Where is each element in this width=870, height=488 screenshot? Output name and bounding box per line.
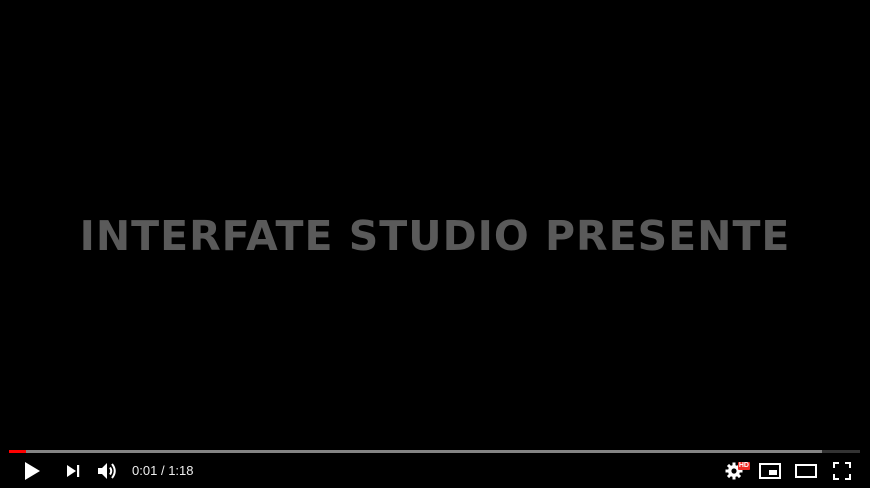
- video-title-overlay: INTERFATE STUDIO PRESENTE: [79, 212, 791, 260]
- volume-icon: [97, 461, 119, 481]
- miniplayer-button[interactable]: [752, 454, 788, 488]
- settings-button[interactable]: HD: [716, 454, 752, 488]
- theater-mode-icon: [795, 464, 817, 478]
- play-icon: [23, 461, 41, 481]
- theater-mode-button[interactable]: [788, 454, 824, 488]
- player-controls: 0:01 / 1:18 HD: [0, 454, 870, 488]
- time-current: 0:01: [132, 463, 158, 478]
- time-total: 1:18: [168, 463, 194, 478]
- next-icon: [65, 463, 81, 479]
- time-display: 0:01 / 1:18: [132, 454, 194, 488]
- fullscreen-icon: [833, 462, 851, 480]
- hd-badge: HD: [737, 462, 750, 470]
- progress-bar[interactable]: [9, 450, 860, 453]
- progress-loaded: [9, 450, 822, 453]
- play-button[interactable]: [14, 454, 50, 488]
- miniplayer-icon: [759, 463, 781, 479]
- volume-button[interactable]: [90, 454, 126, 488]
- progress-played: [9, 450, 27, 453]
- fullscreen-button[interactable]: [824, 454, 860, 488]
- next-button[interactable]: [55, 454, 91, 488]
- video-area[interactable]: INTERFATE STUDIO PRESENTE: [0, 0, 870, 488]
- time-separator: /: [160, 463, 165, 478]
